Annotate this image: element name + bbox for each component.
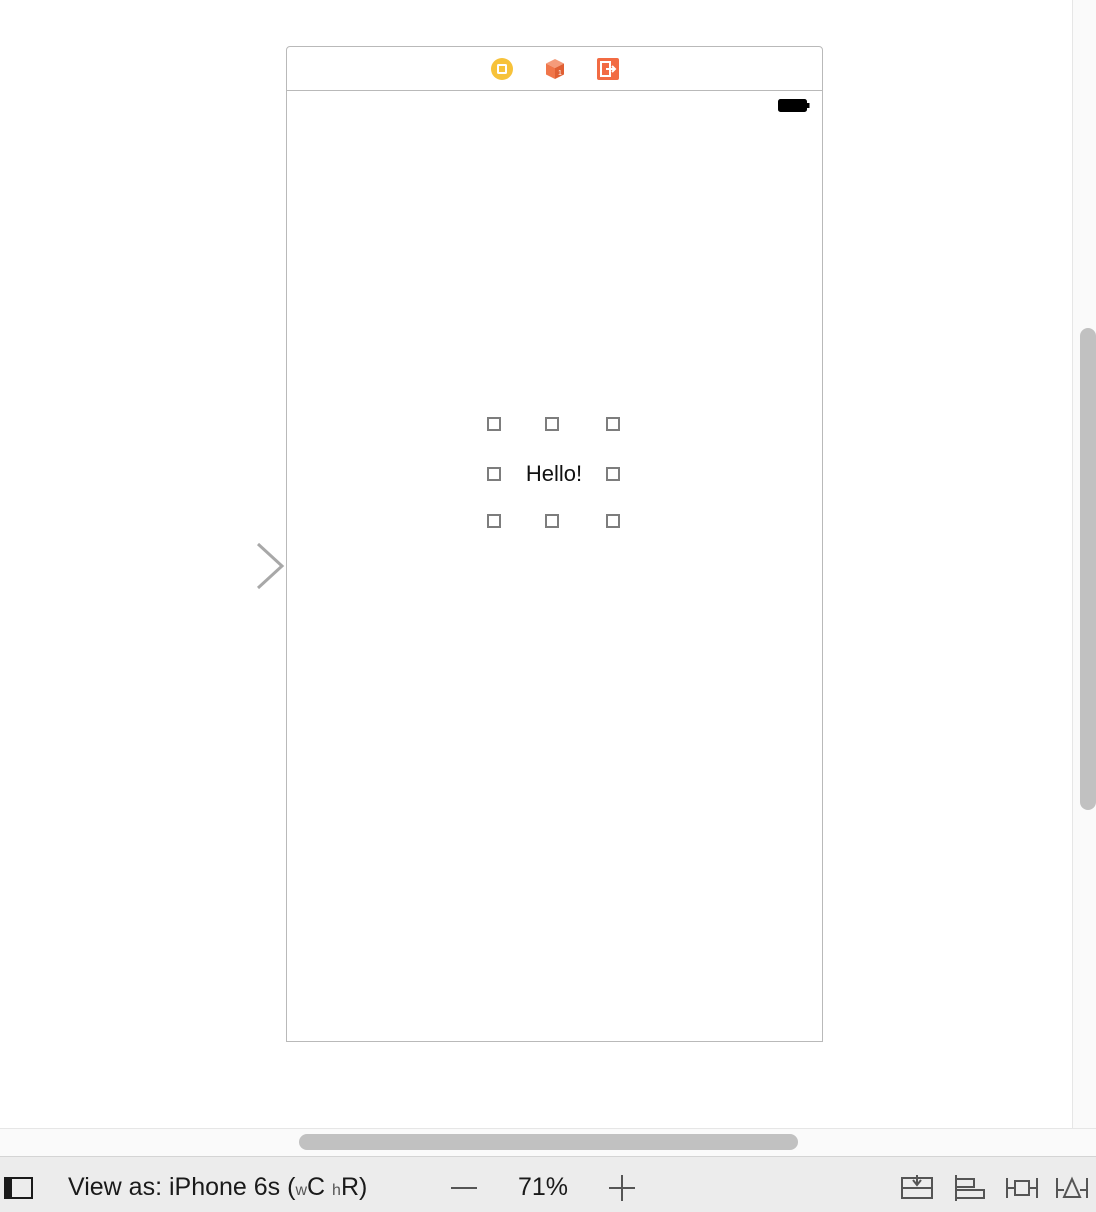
zoom-in-icon[interactable]: [604, 1172, 640, 1204]
battery-icon: [778, 99, 810, 112]
resize-handle-left[interactable]: [487, 467, 501, 481]
view-controller-scene[interactable]: 1: [286, 46, 823, 1042]
resize-handle-top-right[interactable]: [606, 417, 620, 431]
resize-handle-top[interactable]: [545, 417, 559, 431]
embed-in-stack-icon[interactable]: [898, 1172, 938, 1204]
document-outline-toggle-icon[interactable]: [4, 1176, 34, 1200]
height-class-prefix: h: [332, 1182, 341, 1199]
zoom-level[interactable]: 71%: [508, 1170, 578, 1204]
align-icon[interactable]: [950, 1172, 990, 1204]
view-controller-icon[interactable]: [490, 57, 514, 81]
initial-view-controller-arrow-icon[interactable]: [144, 540, 288, 592]
horizontal-scrollbar-thumb[interactable]: [299, 1134, 798, 1150]
view-as-prefix: View as: iPhone 6s (: [68, 1173, 296, 1201]
zoom-out-icon[interactable]: [446, 1176, 482, 1200]
width-class: C: [307, 1173, 326, 1201]
exit-icon[interactable]: [596, 57, 620, 81]
svg-text:1: 1: [558, 70, 562, 77]
first-responder-icon[interactable]: 1: [543, 57, 567, 81]
resize-handle-bottom[interactable]: [545, 514, 559, 528]
resize-handle-top-left[interactable]: [487, 417, 501, 431]
vertical-scrollbar-thumb[interactable]: [1080, 328, 1096, 810]
storyboard-canvas[interactable]: 1 Hello!: [0, 0, 1072, 1128]
pin-icon[interactable]: [1002, 1172, 1042, 1204]
scene-dock: 1: [287, 47, 822, 91]
resolve-auto-layout-icon[interactable]: [1052, 1172, 1092, 1204]
height-class: R): [340, 1173, 368, 1201]
hello-label[interactable]: Hello!: [516, 458, 592, 490]
resize-handle-bottom-left[interactable]: [487, 514, 501, 528]
view-as-device-button[interactable]: View as: iPhone 6s (wC hR): [68, 1170, 367, 1204]
resize-handle-bottom-right[interactable]: [606, 514, 620, 528]
resize-handle-right[interactable]: [606, 467, 620, 481]
width-class-prefix: w: [295, 1182, 308, 1199]
